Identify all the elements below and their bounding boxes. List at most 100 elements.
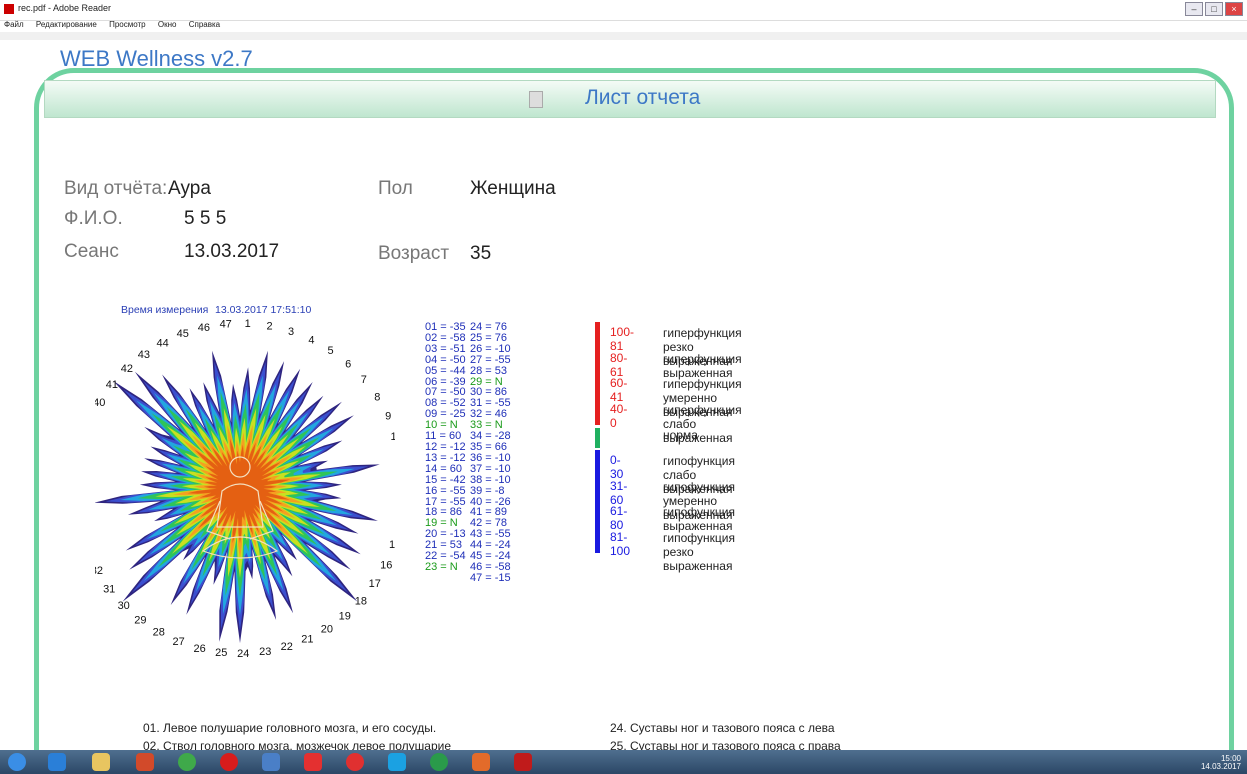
sector-label: 30	[118, 600, 130, 612]
sector-label: 17	[369, 578, 381, 590]
legend-swatch	[595, 475, 600, 502]
report-type-label: Вид отчёта:	[64, 178, 168, 199]
measurement-value: 39 = -8	[470, 484, 505, 497]
measurement-value: 28 = 53	[470, 364, 508, 377]
sector-label: 1	[245, 318, 251, 330]
sector-label: 23	[259, 646, 271, 658]
aura-chart: Время измерения 13.03.2017 17:51:10 1234…	[69, 255, 411, 665]
measurement-value: 27 = -55	[470, 353, 511, 366]
word-icon[interactable]	[262, 753, 280, 771]
sector-label: 10	[390, 431, 395, 443]
name-value: 5 5 5	[184, 208, 227, 229]
sector-label: 42	[121, 363, 133, 375]
maximize-button[interactable]: □	[1205, 2, 1223, 16]
sector-label: 47	[220, 319, 232, 331]
legend-range: 81-100	[610, 529, 631, 558]
measurement-value: 04 = -50	[425, 353, 466, 366]
sector-label: 4	[308, 334, 314, 346]
opera-icon[interactable]	[220, 753, 238, 771]
legend-range: 100-81	[610, 325, 635, 353]
legend-swatch	[595, 450, 600, 476]
sector-label: 40	[95, 397, 105, 409]
explorer-icon[interactable]	[92, 753, 110, 771]
legend-range: 0-30	[610, 453, 624, 481]
legend-description: гипофункция выраженная	[663, 505, 735, 534]
legend-swatch	[595, 428, 600, 449]
media-icon[interactable]	[136, 753, 154, 771]
window-title: rec.pdf - Adobe Reader	[18, 3, 112, 13]
sector-label: 25	[215, 647, 227, 659]
measurement-value: 47 = -15	[470, 571, 511, 584]
ie-icon[interactable]	[48, 753, 66, 771]
menu-window[interactable]: Окно	[158, 20, 177, 29]
sector-label: 32	[95, 565, 103, 577]
age-value: 35	[470, 243, 492, 264]
start-button[interactable]	[8, 753, 26, 771]
close-button[interactable]: ×	[1225, 2, 1243, 16]
sector-label: 3	[288, 326, 294, 338]
measurements-col1: 01 = -35 02 = -58 03 = -51 04 = -50 05 = -44…	[425, 322, 466, 573]
sector-label: 31	[103, 584, 115, 596]
yandex-icon[interactable]	[304, 753, 322, 771]
menu-bar: Файл Редактирование Просмотр Окно Справк…	[0, 20, 1247, 32]
measurement-value: 38 = -10	[470, 473, 511, 486]
sector-label: 45	[177, 328, 189, 340]
name-label: Ф.И.О.	[64, 208, 123, 229]
legend-swatch	[595, 398, 600, 425]
sector-label: 5	[328, 345, 334, 357]
legend-description: гипофункция резко выраженная	[663, 530, 735, 573]
legend-description: норма	[663, 428, 698, 443]
menu-file[interactable]: Файл	[4, 20, 24, 29]
chrome-icon[interactable]	[178, 753, 196, 771]
sector-label: 44	[156, 337, 168, 349]
aura-chart-svg: Время измерения 13.03.2017 17:51:10 1 2 34…	[69, 304, 411, 660]
minimize-button[interactable]: –	[1185, 2, 1203, 16]
sector-label: 20	[321, 623, 333, 635]
measurements-col2: 24 = 76 25 = 76 26 = -10 27 = -55 28 = 53 29 …	[470, 322, 511, 584]
description-line: 24. Суставы ног и тазового пояса с лева	[610, 721, 835, 735]
window-controls: – □ ×	[1185, 2, 1243, 16]
sector-label: 6	[345, 358, 351, 370]
description-line: 01. Левое полушарие головного мозга, и е…	[143, 721, 437, 735]
measurement-value: 23 = N	[425, 560, 458, 573]
skype-icon[interactable]	[388, 753, 406, 771]
measure-time-value: 13.03.2017 17:51:10	[215, 304, 312, 316]
sheet-header-bar: Лист отчета	[44, 80, 1216, 118]
legend-swatch	[595, 322, 600, 348]
sector-label: 2	[267, 321, 273, 333]
toolbar-strip	[0, 32, 1247, 40]
menu-view[interactable]: Просмотр	[109, 20, 146, 29]
sector-label: 46	[198, 322, 210, 334]
menu-help[interactable]: Справка	[189, 20, 220, 29]
app-title: WEB Wellness v2.7	[60, 46, 253, 71]
adobe-reader-icon	[4, 4, 14, 14]
report-type-value: Аура	[168, 178, 211, 199]
sector-label: 7	[361, 374, 367, 386]
sector-label: 26	[193, 643, 205, 655]
sector-label: 27	[172, 636, 184, 648]
yandex-browser-icon[interactable]	[346, 753, 364, 771]
measure-time-label: Время измерения	[121, 304, 208, 316]
sector-label: 22	[281, 641, 293, 653]
sector-label: 28	[153, 627, 165, 639]
legend-swatch	[595, 347, 600, 374]
sector-label: 21	[301, 634, 313, 646]
document-icon	[529, 91, 543, 108]
acrobat-icon[interactable]	[514, 753, 532, 771]
gender-label: Пол	[378, 178, 413, 199]
sector-label: 41	[106, 379, 118, 391]
app-icon[interactable]	[472, 753, 490, 771]
legend-range: 40-0	[610, 401, 628, 430]
measurement-value: 16 = -55	[425, 484, 466, 497]
menu-edit[interactable]: Редактирование	[36, 20, 97, 29]
sector-label: 43	[138, 349, 150, 361]
sector-label: 8	[374, 391, 380, 403]
legend-range: 61-80	[610, 504, 628, 533]
sector-label: 18	[355, 595, 367, 607]
system-tray-clock[interactable]: 15:00 14.03.2017	[1201, 755, 1241, 771]
taskbar: 15:00 14.03.2017	[0, 750, 1247, 774]
sector-label: 16	[380, 559, 392, 571]
legend-swatch	[595, 373, 600, 400]
clock-date: 14.03.2017	[1200, 762, 1241, 771]
monitor-icon[interactable]	[430, 753, 448, 771]
